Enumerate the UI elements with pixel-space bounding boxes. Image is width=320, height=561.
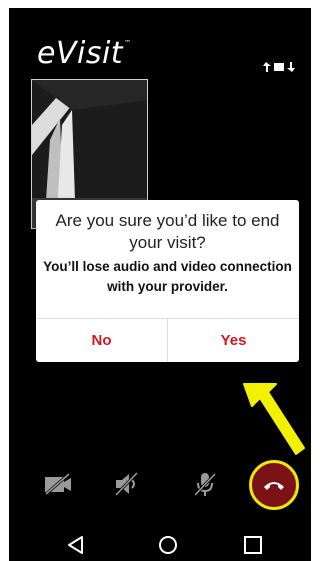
no-button[interactable]: No bbox=[36, 319, 167, 362]
dialog-message: You’ll lose audio and video connection w… bbox=[43, 259, 292, 294]
end-call-icon bbox=[264, 482, 284, 490]
end-visit-dialog: Are you sure you’d like to end your visi… bbox=[36, 200, 299, 362]
speaker-off-icon[interactable] bbox=[111, 468, 143, 500]
yes-button[interactable]: Yes bbox=[168, 319, 299, 362]
logo-text: eVisit bbox=[37, 36, 124, 71]
dialog-title: Are you sure you’d like to end your visi… bbox=[55, 211, 280, 252]
nav-home-icon[interactable] bbox=[157, 534, 179, 556]
evisit-logo: eVisit™ bbox=[37, 36, 132, 71]
video-off-icon[interactable] bbox=[42, 468, 74, 500]
highlight-arrow-icon bbox=[243, 383, 305, 455]
nav-back-icon[interactable] bbox=[65, 534, 87, 556]
logo-trademark: ™ bbox=[124, 39, 132, 47]
nav-recent-icon[interactable] bbox=[242, 534, 264, 556]
mic-off-icon[interactable] bbox=[189, 468, 221, 500]
phone-screen: eVisit™ Are you sure you’d like to end y… bbox=[9, 8, 311, 561]
switch-camera-icon[interactable] bbox=[262, 60, 296, 74]
end-call-button[interactable] bbox=[249, 460, 299, 510]
